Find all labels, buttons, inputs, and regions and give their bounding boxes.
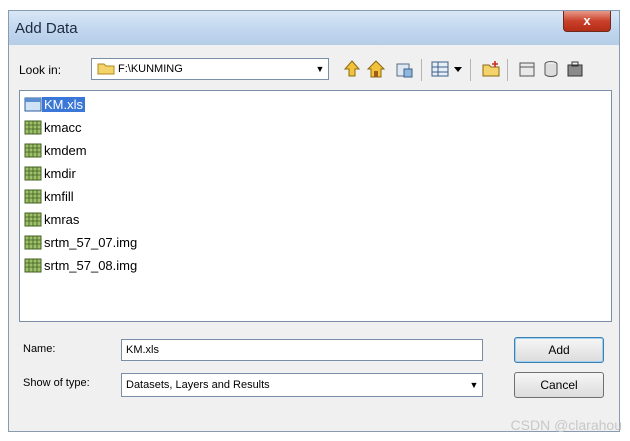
folder-icon [97,63,115,75]
chevron-down-icon[interactable] [452,59,464,79]
chevron-down-icon[interactable]: ▼ [312,59,328,79]
dialog-title: Add Data [15,20,78,37]
close-button[interactable]: x [563,11,611,32]
add-data-dialog: Add Data x Look in: F:\KUNMING ▼ KM.xls … [8,10,620,432]
raster-icon [24,258,42,273]
title-bar[interactable]: Add Data x [9,11,619,45]
raster-icon [24,235,42,250]
list-view-icon[interactable] [430,59,450,79]
file-name: kmdem [44,143,87,158]
file-name: kmras [44,212,80,227]
look-in-value: F:\KUNMING [118,63,183,75]
file-name: kmfill [44,189,74,204]
catalog-icon[interactable] [517,59,537,79]
file-list[interactable]: KM.xls kmacc kmdem kmdir kmfill kmras sr… [19,90,612,322]
add-button[interactable]: Add [514,337,604,363]
home-icon[interactable] [366,59,386,79]
chevron-down-icon[interactable]: ▼ [466,374,482,396]
file-name: srtm_57_07.img [44,235,138,250]
toolbar-separator [470,59,471,81]
toolbox-icon[interactable] [565,59,585,79]
database-icon[interactable] [541,59,561,79]
show-of-type-label: Show of type: [23,377,90,389]
raster-icon [24,212,42,227]
show-of-type-dropdown[interactable]: Datasets, Layers and Results ▼ [121,373,483,397]
file-name: KM.xls [42,97,85,112]
toolbar-separator [421,59,422,81]
table-icon [24,97,42,112]
connect-folder-icon[interactable] [394,59,414,79]
raster-icon [24,166,42,181]
cancel-button[interactable]: Cancel [514,372,604,398]
name-label: Name: [23,343,56,355]
watermark-text: CSDN @clarahou [510,417,622,433]
file-name: kmdir [44,166,76,181]
raster-icon [24,143,42,158]
raster-icon [24,189,42,204]
show-of-type-value: Datasets, Layers and Results [126,379,270,391]
look-in-dropdown[interactable]: F:\KUNMING ▼ [91,58,329,80]
name-input[interactable]: KM.xls [121,339,483,361]
toolbar-separator [507,59,508,81]
file-name: kmacc [44,120,82,135]
file-name: srtm_57_08.img [44,258,138,273]
raster-icon [24,120,42,135]
up-one-level-icon[interactable] [342,59,362,79]
look-in-label: Look in: [19,63,62,77]
new-folder-icon[interactable] [481,59,501,79]
